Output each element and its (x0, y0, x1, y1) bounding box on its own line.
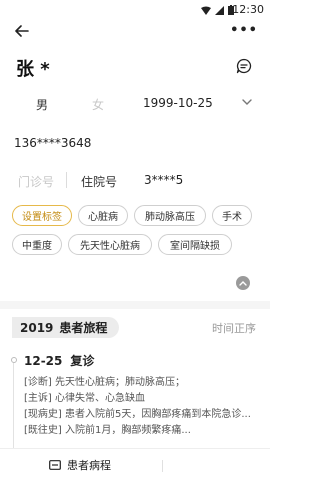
journey-year: 2019 (20, 320, 54, 335)
sort-order-toggle[interactable]: 时间正序 (212, 320, 256, 336)
tag-chip[interactable]: 中重度 (12, 234, 62, 255)
collapse-button[interactable] (236, 276, 250, 290)
tag-chip[interactable]: 心脏病 (78, 205, 128, 226)
visit-diagnosis: [诊断] 先天性心脏病；肺动脉高压； (24, 377, 185, 388)
visit-header[interactable]: 12-25 复诊 (24, 352, 94, 369)
wifi-icon (201, 6, 211, 15)
status-bar: 12:30 (0, 0, 270, 20)
tag-chip[interactable]: 室间隔缺损 (158, 234, 232, 255)
patient-records-label: 患者病程 (67, 459, 111, 472)
message-button[interactable] (236, 58, 252, 74)
chat-bubble-icon (236, 58, 252, 74)
gender-female-option[interactable]: 女 (92, 96, 104, 113)
back-button[interactable] (10, 20, 34, 42)
gender-male-option[interactable]: 男 (36, 96, 48, 113)
status-time: 12:30 (232, 3, 264, 16)
date-of-birth[interactable]: 1999-10-25 (143, 96, 213, 110)
patient-name: 张 * (16, 59, 50, 80)
outpatient-number-tab[interactable]: 门诊号 (18, 173, 54, 190)
visit-present-illness: [现病史] 患者入院前5天，因胸部疼痛到本院急诊... (24, 409, 251, 420)
id-divider (66, 172, 67, 188)
journey-title: 患者旅程 (59, 321, 108, 335)
chevron-down-icon[interactable] (242, 98, 252, 106)
section-divider (0, 301, 270, 309)
signal-icon (215, 5, 224, 15)
status-icons (201, 5, 234, 15)
journey-header: 2019 患者旅程 (12, 317, 120, 338)
more-menu-button[interactable]: ••• (230, 24, 258, 37)
arrow-left-icon (15, 25, 29, 37)
visit-past-history: [既往史] 入院前1月，胸部频繁疼痛... (24, 425, 191, 436)
inpatient-number-tab[interactable]: 住院号 (81, 173, 117, 190)
chevron-up-icon (239, 281, 247, 286)
bottom-divider (162, 460, 163, 472)
phone-number: 136****3648 (14, 136, 92, 150)
patient-records-button[interactable]: 患者病程 (0, 449, 160, 480)
inpatient-number-value: 3****5 (144, 173, 184, 187)
visit-chief-complaint: [主诉] 心律失常、心急缺血 (24, 393, 145, 404)
timeline-dot (11, 357, 17, 363)
timeline-line (13, 363, 14, 458)
tag-chip[interactable]: 手术 (212, 205, 252, 226)
set-tag-button[interactable]: 设置标签 (12, 205, 72, 226)
visit-date: 12-25 (24, 354, 63, 368)
tag-chip[interactable]: 肺动脉高压 (134, 205, 206, 226)
record-icon (49, 460, 61, 470)
tag-chip[interactable]: 先天性心脏病 (68, 234, 152, 255)
bottom-bar: 患者病程 (0, 448, 270, 480)
visit-type: 复诊 (70, 354, 95, 368)
